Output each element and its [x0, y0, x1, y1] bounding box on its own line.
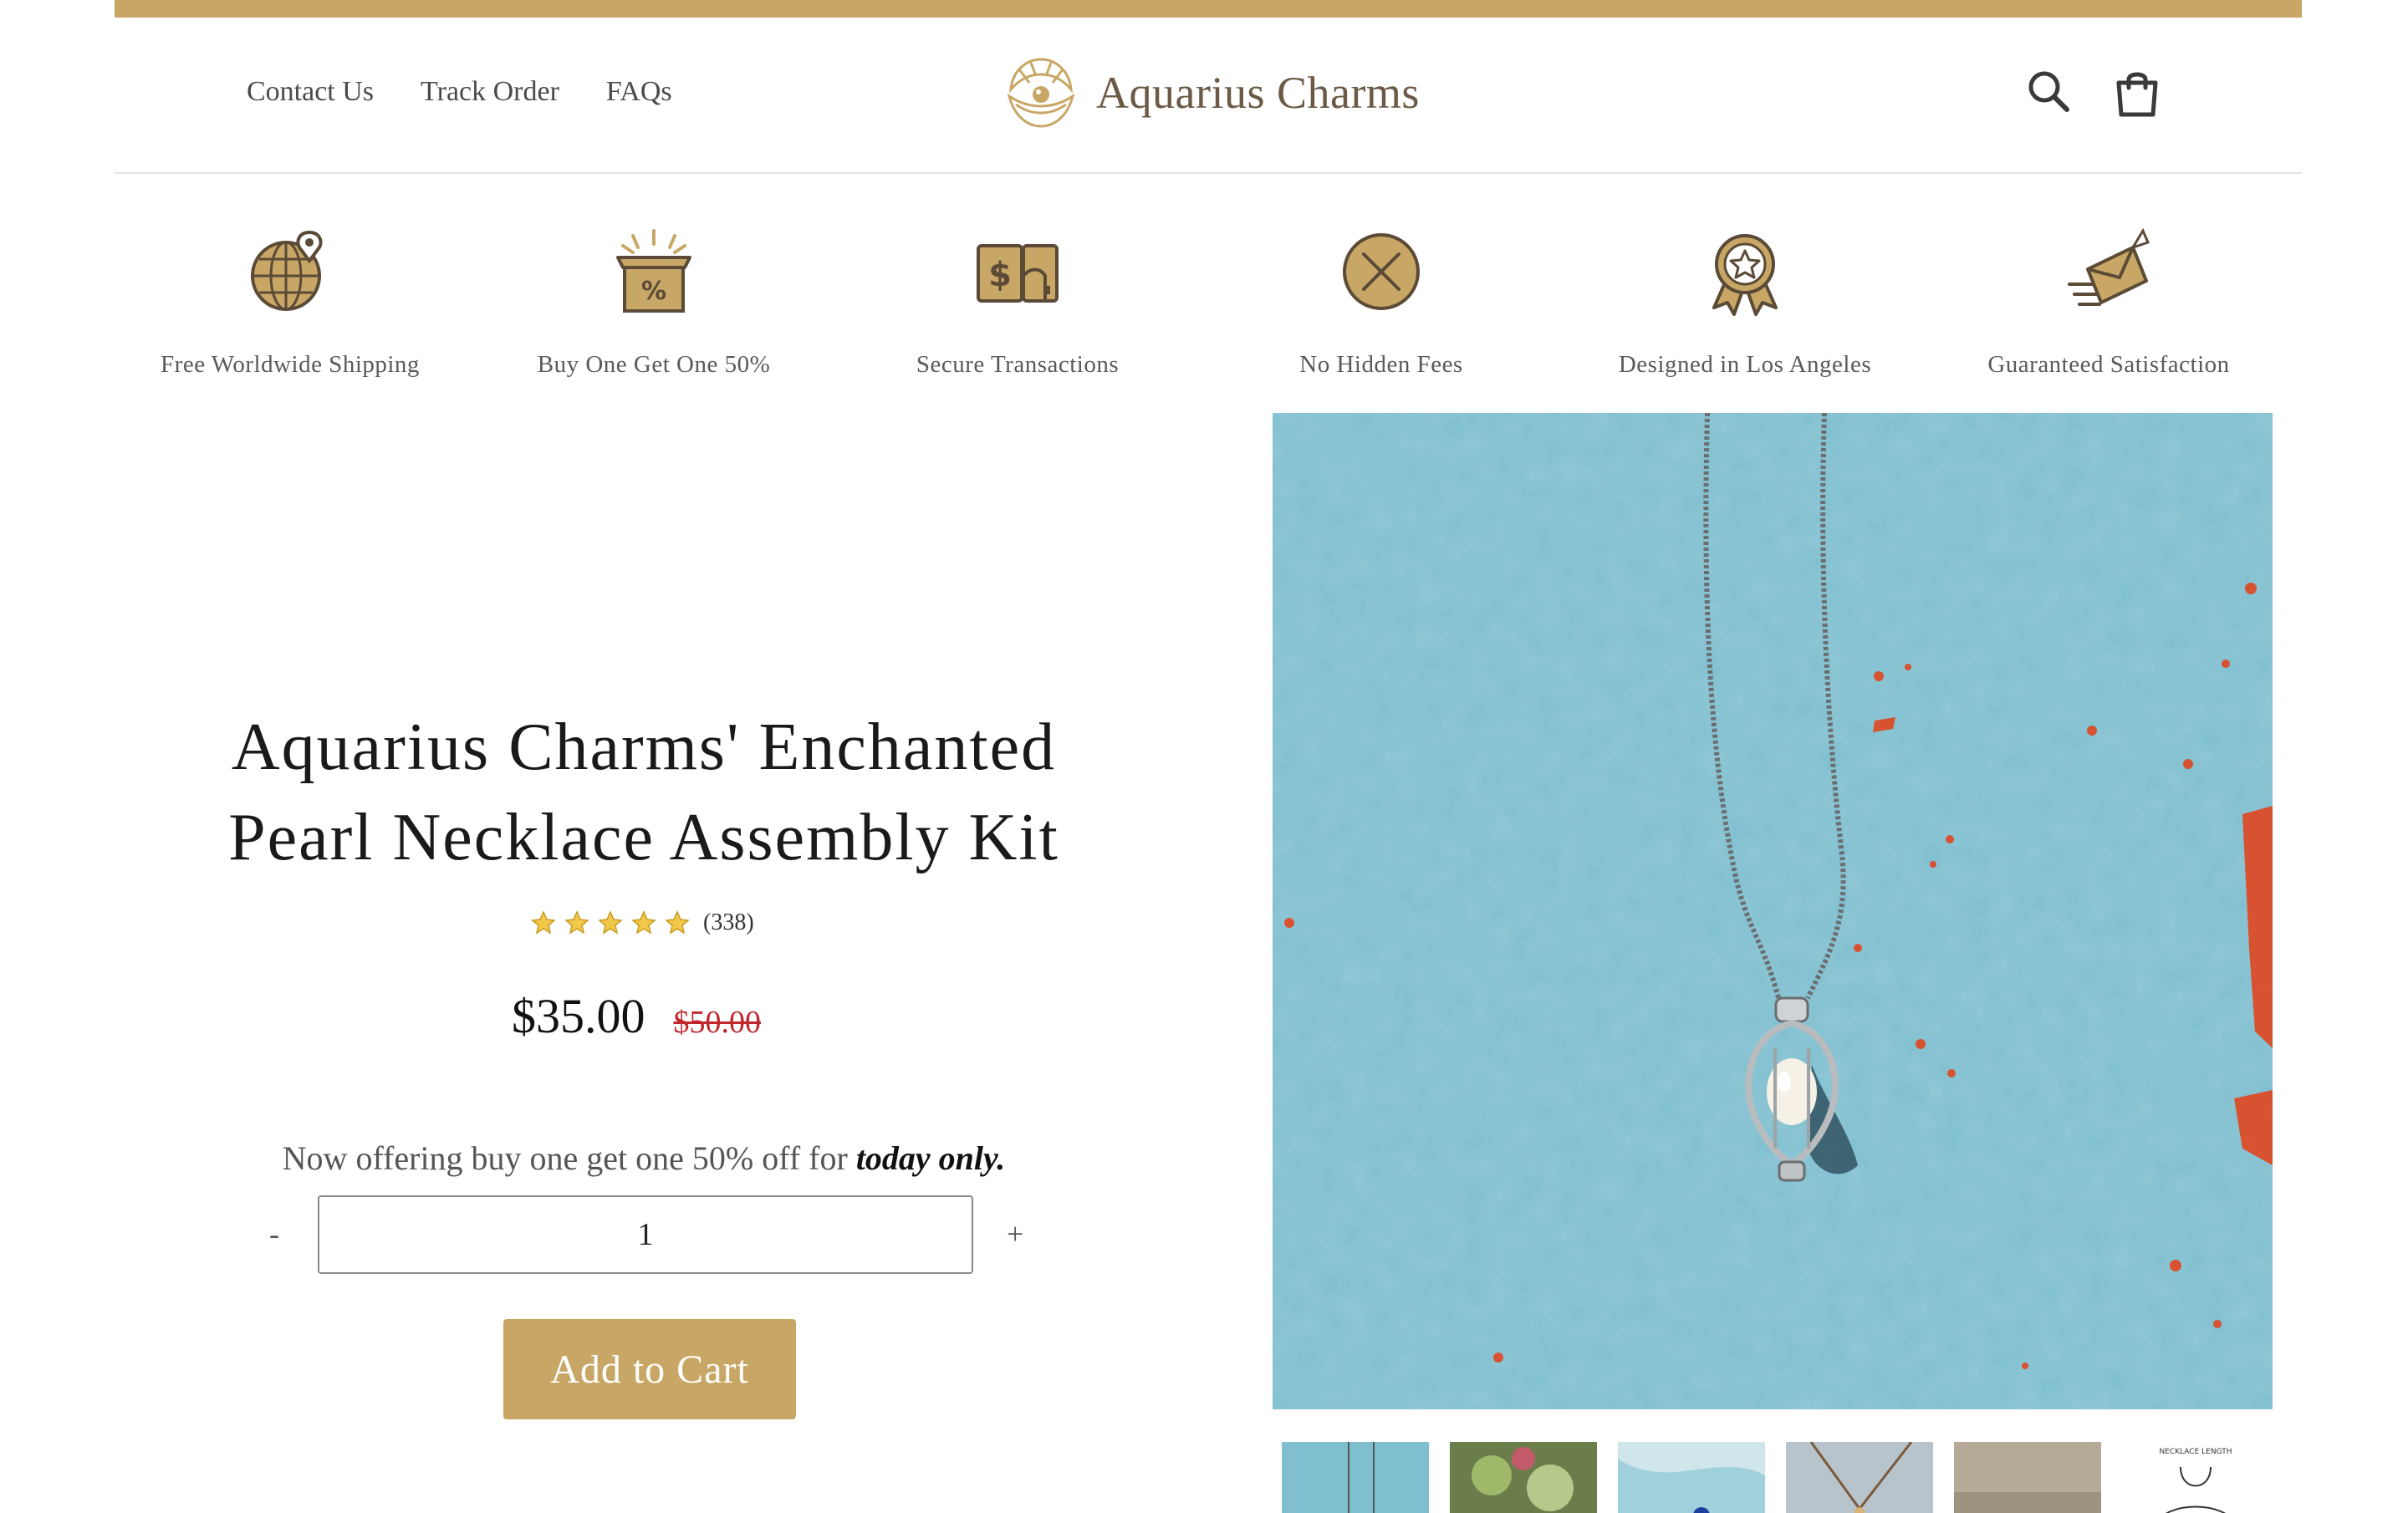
star-icon: [598, 910, 623, 935]
header-nav: Contact Us Track Order FAQs: [247, 76, 672, 108]
dollar-card-icon: $: [977, 244, 1059, 303]
site-header: Contact Us Track Order FAQs Aquarius Cha…: [115, 18, 2302, 174]
search-icon[interactable]: [2025, 68, 2072, 122]
shopping-bag-icon[interactable]: [2114, 68, 2161, 122]
product-main-image[interactable]: [1273, 413, 2273, 1409]
sale-price: $35.00: [512, 989, 645, 1043]
brand-logo[interactable]: Aquarius Charms: [1001, 53, 1420, 133]
thumbnail-6[interactable]: NECKLACE LENGTH: [2122, 1442, 2268, 1513]
feature-label: Free Worldwide Shipping: [161, 351, 420, 378]
feature-secure: $ Secure Transactions: [842, 226, 1193, 379]
brand-name: Aquarius Charms: [1096, 68, 1420, 118]
discount-box-icon: %: [616, 229, 691, 313]
oyster-pearl-icon: [1007, 58, 1075, 128]
thumbnail-1[interactable]: [1282, 1442, 1429, 1513]
promo-text: Now offering buy one get one 50% off for…: [134, 1139, 1154, 1178]
svg-text:$: $: [988, 256, 1012, 294]
star-icon: [531, 910, 556, 935]
product-title: Aquarius Charms' Enchanted Pearl Necklac…: [134, 702, 1154, 883]
feature-designed-la: Designed in Los Angeles: [1569, 226, 1921, 379]
feature-bogo: % Buy One Get One 50%: [478, 226, 829, 379]
thumbnail-5[interactable]: [1954, 1442, 2101, 1513]
feature-label: Designed in Los Angeles: [1618, 351, 1872, 378]
feature-label: Secure Transactions: [916, 351, 1120, 378]
promo-text-body: Now offering buy one get one 50% off for: [282, 1139, 848, 1177]
product-title-line-1: Aquarius Charms' Enchanted: [231, 711, 1057, 784]
quantity-increment-button[interactable]: +: [1007, 1216, 1023, 1251]
thumbnail-4[interactable]: [1786, 1442, 1933, 1513]
star-icon: [631, 910, 656, 935]
star-badge-icon: [1712, 234, 1778, 316]
thumbnail-6-caption: NECKLACE LENGTH: [2159, 1448, 2232, 1456]
nav-contact-us[interactable]: Contact Us: [247, 76, 374, 108]
nav-track-order[interactable]: Track Order: [421, 76, 559, 108]
feature-free-shipping: Free Worldwide Shipping: [115, 226, 466, 379]
star-icon: [564, 910, 589, 935]
star-icon: [665, 910, 690, 935]
feature-label: Guaranteed Satisfaction: [1987, 351, 2230, 378]
quantity-input[interactable]: [318, 1195, 973, 1274]
product-title-line-2: Pearl Necklace Assembly Kit: [228, 801, 1059, 874]
quantity-decrement-button[interactable]: -: [269, 1216, 279, 1251]
thumbnail-strip: NECKLACE LENGTH: [1282, 1442, 2268, 1513]
svg-text:%: %: [641, 277, 666, 306]
header-actions: [2025, 68, 2161, 122]
product-rating[interactable]: (338): [531, 909, 754, 936]
feature-label: Buy One Get One 50%: [537, 351, 771, 378]
thumbnail-3[interactable]: [1618, 1442, 1765, 1513]
feature-no-fees: No Hidden Fees: [1206, 226, 1557, 379]
feature-strip: Free Worldwide Shipping % Buy One Get On…: [115, 226, 2280, 393]
thumbnail-2[interactable]: [1450, 1442, 1597, 1513]
review-count[interactable]: (338): [703, 909, 754, 936]
nav-faqs[interactable]: FAQs: [606, 76, 672, 108]
x-circle-icon: [1343, 233, 1420, 310]
top-accent-bar: [115, 0, 2302, 18]
feature-label: No Hidden Fees: [1299, 351, 1463, 378]
promo-text-emphasis: today only.: [855, 1139, 1006, 1177]
globe-pin-icon: [251, 230, 323, 311]
add-to-cart-button[interactable]: Add to Cart: [503, 1319, 796, 1419]
price-block: $35.00 $50.00: [512, 988, 761, 1044]
compare-at-price: $50.00: [673, 1005, 762, 1040]
feature-satisfaction: Guaranteed Satisfaction: [1933, 226, 2284, 379]
fast-envelope-icon: [2068, 227, 2150, 306]
